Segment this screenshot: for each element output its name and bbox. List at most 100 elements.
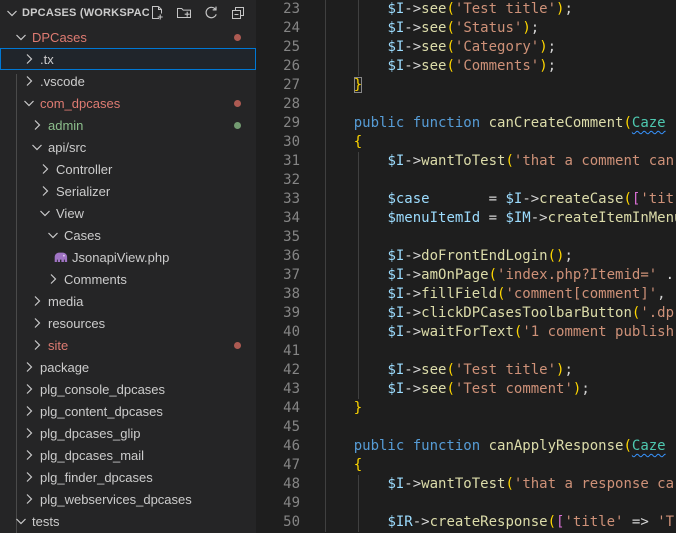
line-number[interactable]: 26	[256, 57, 300, 76]
line-number[interactable]: 39	[256, 304, 300, 323]
tree-item[interactable]: media	[0, 290, 256, 312]
tree-item[interactable]: .tx	[0, 48, 256, 70]
code-line[interactable]: $I->doFrontEndLogin();	[320, 247, 572, 266]
chevron-right-icon[interactable]	[21, 359, 37, 375]
code-line[interactable]: $I->see('Status');	[320, 19, 539, 38]
code-line[interactable]: public function canApplyResponse(Caze	[320, 437, 666, 456]
chevron-right-icon[interactable]	[37, 183, 53, 199]
line-number[interactable]: 44	[256, 399, 300, 418]
tree-item[interactable]: DPCases	[0, 26, 256, 48]
chevron-right-icon[interactable]	[21, 447, 37, 463]
line-number[interactable]: 38	[256, 285, 300, 304]
code-line[interactable]: $case = $I->createCase(['tit	[320, 190, 674, 209]
line-number[interactable]: 37	[256, 266, 300, 285]
refresh-icon[interactable]	[203, 5, 219, 21]
line-number[interactable]: 28	[256, 95, 300, 114]
line-number[interactable]: 48	[256, 475, 300, 494]
code-line[interactable]: $I->waitForText('1 comment publish	[320, 323, 674, 342]
chevron-right-icon[interactable]	[29, 315, 45, 331]
chevron-down-icon[interactable]	[29, 139, 45, 155]
line-number[interactable]: 40	[256, 323, 300, 342]
line-number[interactable]: 27	[256, 76, 300, 95]
tree-item[interactable]: Controller	[0, 158, 256, 180]
tree-item[interactable]: plg_webservices_dpcases	[0, 488, 256, 510]
line-number[interactable]: 30	[256, 133, 300, 152]
chevron-right-icon[interactable]	[21, 491, 37, 507]
new-folder-icon[interactable]	[176, 5, 192, 21]
chevron-right-icon[interactable]	[21, 381, 37, 397]
tree-item[interactable]: plg_console_dpcases	[0, 378, 256, 400]
chevron-down-icon[interactable]	[37, 205, 53, 221]
chevron-right-icon[interactable]	[29, 293, 45, 309]
collapse-all-icon[interactable]	[230, 5, 246, 21]
line-number[interactable]: 24	[256, 19, 300, 38]
chevron-down-icon[interactable]	[13, 29, 29, 45]
tree-item[interactable]: resources	[0, 312, 256, 334]
line-number[interactable]: 31	[256, 152, 300, 171]
tree-item[interactable]: plg_content_dpcases	[0, 400, 256, 422]
chevron-right-icon[interactable]	[37, 161, 53, 177]
new-file-icon[interactable]	[149, 5, 165, 21]
tree-item[interactable]: package	[0, 356, 256, 378]
code-line[interactable]: $I->amOnPage('index.php?Itemid=' .	[320, 266, 674, 285]
code-line[interactable]: $menuItemId = $IM->createItemInMenu	[320, 209, 676, 228]
code-line[interactable]: $I->see('Category');	[320, 38, 556, 57]
chevron-right-icon[interactable]	[29, 337, 45, 353]
tree-item[interactable]: site	[0, 334, 256, 356]
chevron-right-icon[interactable]	[21, 469, 37, 485]
line-number[interactable]: 50	[256, 513, 300, 532]
chevron-right-icon[interactable]	[21, 51, 37, 67]
line-number[interactable]: 49	[256, 494, 300, 513]
line-number[interactable]: 34	[256, 209, 300, 228]
code-line[interactable]: $I->fillField('comment[comment]',	[320, 285, 665, 304]
code-line[interactable]: $IR->createResponse(['title' => 'T	[320, 513, 674, 532]
code-editor[interactable]: 23 $I->see('Test title'); 24 $I->see('Sta…	[256, 0, 676, 533]
tree-item[interactable]: JsonapiView.php	[0, 246, 256, 268]
code-line[interactable]: }	[320, 76, 363, 95]
code-line[interactable]: {	[320, 133, 362, 152]
line-number[interactable]: 45	[256, 418, 300, 437]
tree-item[interactable]: plg_dpcases_mail	[0, 444, 256, 466]
chevron-right-icon[interactable]	[21, 425, 37, 441]
tree-item[interactable]: View	[0, 202, 256, 224]
line-number[interactable]: 25	[256, 38, 300, 57]
code-line[interactable]: $I->see('Comments');	[320, 57, 556, 76]
chevron-right-icon[interactable]	[21, 73, 37, 89]
line-number[interactable]: 32	[256, 171, 300, 190]
chevron-down-icon[interactable]	[45, 227, 61, 243]
code-line[interactable]: $I->clickDPCasesToolbarButton('.dp	[320, 304, 674, 323]
tree-item[interactable]: admin	[0, 114, 256, 136]
line-number[interactable]: 33	[256, 190, 300, 209]
line-number[interactable]: 36	[256, 247, 300, 266]
line-number[interactable]: 23	[256, 0, 300, 19]
code-line[interactable]: $I->wantToTest('that a comment can	[320, 152, 674, 171]
line-number[interactable]: 41	[256, 342, 300, 361]
chevron-right-icon[interactable]	[21, 403, 37, 419]
chevron-down-icon[interactable]	[13, 513, 29, 529]
chevron-right-icon[interactable]	[29, 117, 45, 133]
line-number[interactable]: 35	[256, 228, 300, 247]
code-line[interactable]: $I->see('Test title');	[320, 361, 572, 380]
tree-item[interactable]: Comments	[0, 268, 256, 290]
code-line[interactable]: }	[320, 399, 362, 418]
line-number[interactable]: 46	[256, 437, 300, 456]
tree-item[interactable]: .vscode	[0, 70, 256, 92]
tree-item[interactable]: plg_finder_dpcases	[0, 466, 256, 488]
tree-item[interactable]: Cases	[0, 224, 256, 246]
code-line[interactable]: $I->wantToTest('that a response ca	[320, 475, 674, 494]
code-line[interactable]: $I->see('Test comment');	[320, 380, 589, 399]
chevron-right-icon[interactable]	[45, 271, 61, 287]
line-number[interactable]: 43	[256, 380, 300, 399]
tree-item[interactable]: Serializer	[0, 180, 256, 202]
tree-item[interactable]: plg_dpcases_glip	[0, 422, 256, 444]
tree-item[interactable]: api/src	[0, 136, 256, 158]
line-number[interactable]: 47	[256, 456, 300, 475]
explorer-section-header[interactable]: DPCASES (WORKSPACE)	[0, 0, 256, 26]
line-number[interactable]: 42	[256, 361, 300, 380]
code-line[interactable]: public function canCreateComment(Caze	[320, 114, 666, 133]
tree-item[interactable]: com_dpcases	[0, 92, 256, 114]
code-line[interactable]: $I->see('Test title');	[320, 0, 572, 19]
code-line[interactable]: {	[320, 456, 362, 475]
chevron-down-icon[interactable]	[21, 95, 37, 111]
tree-item[interactable]: tests	[0, 510, 256, 532]
